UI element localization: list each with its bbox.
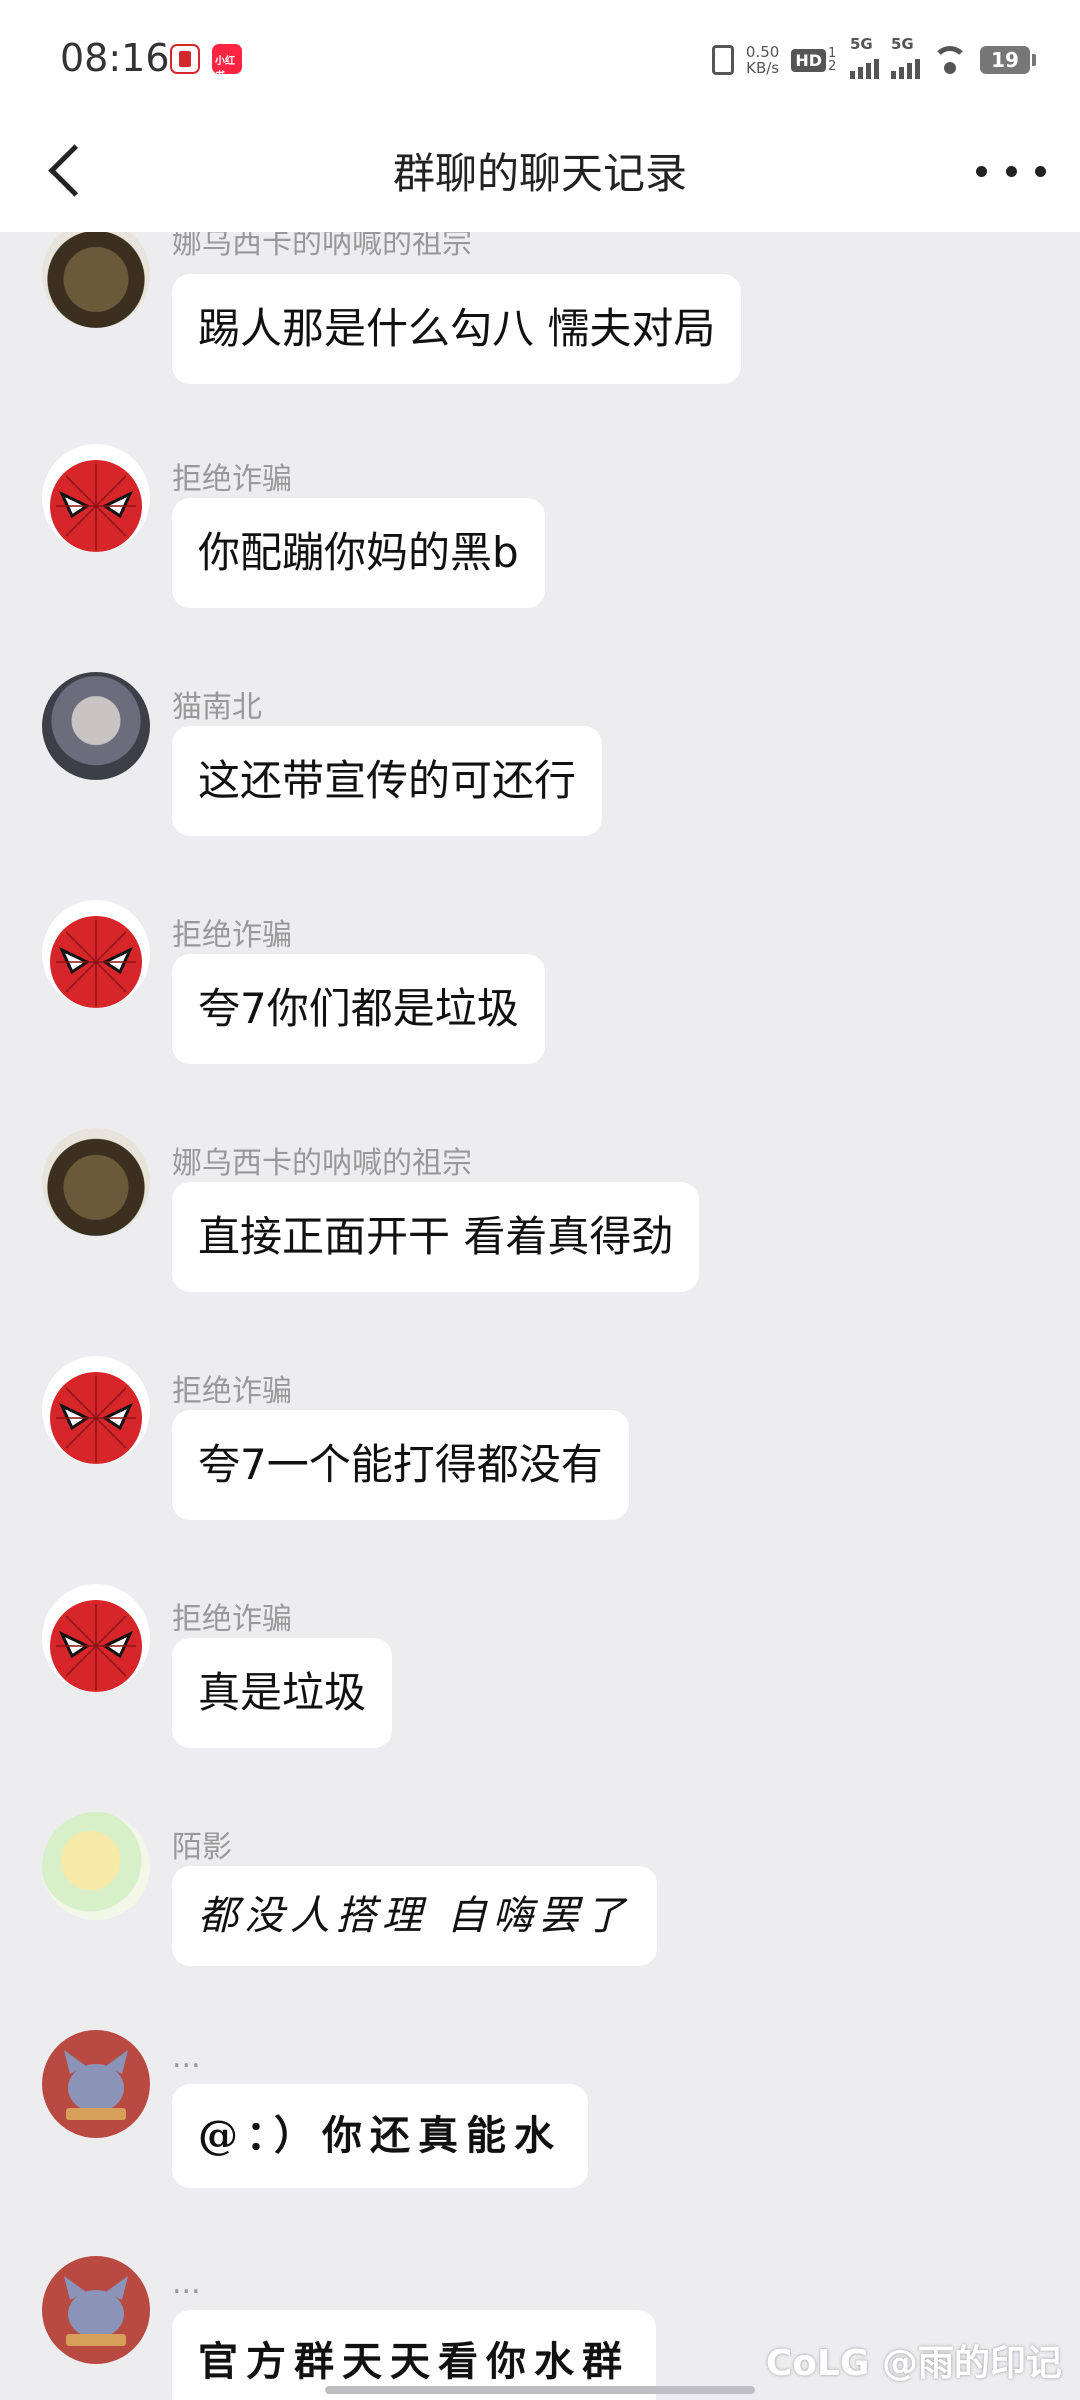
xiaohongshu-app-label: 小红书 <box>215 56 235 82</box>
spiderman-avatar-icon <box>50 1600 142 1692</box>
sender-name: 娜乌西卡的呐喊的祖宗 <box>172 1146 472 1181</box>
sender-name: 拒绝诈骗 <box>172 1602 292 1637</box>
avatar[interactable] <box>42 1128 150 1236</box>
avatar[interactable] <box>42 900 150 1008</box>
spiderman-avatar-icon <box>50 460 142 552</box>
network-speed: 0.50 KB/s <box>746 44 779 76</box>
message-bubble[interactable]: 夸7你们都是垃圾 <box>172 954 545 1064</box>
avatar[interactable] <box>42 2256 150 2364</box>
avatar[interactable] <box>42 2030 150 2138</box>
spiderman-avatar-icon <box>50 916 142 1008</box>
message-bubble[interactable]: 直接正面开干 看着真得劲 <box>172 1182 700 1292</box>
signal-icon-2: 5G <box>891 35 920 79</box>
sender-name: 陌影 <box>172 1830 232 1865</box>
battery-icon: 19 <box>980 46 1036 74</box>
notification-app-icon <box>170 44 200 74</box>
signal-icon-1: 5G <box>850 35 879 79</box>
page-title: 群聊的聊天记录 <box>392 149 687 198</box>
more-dot-icon <box>976 165 987 177</box>
wifi-icon <box>932 46 968 74</box>
more-dot-icon <box>1005 165 1017 177</box>
sender-name: ... <box>172 2040 201 2075</box>
avatar[interactable] <box>42 1812 150 1920</box>
hd-sub-label: 1 2 <box>828 46 837 74</box>
avatar[interactable] <box>42 444 150 552</box>
clock: 08:16 <box>60 36 170 80</box>
sender-name: 拒绝诈骗 <box>172 462 292 497</box>
sender-name: 猫南北 <box>172 690 262 725</box>
spiderman-avatar-icon <box>50 1372 142 1464</box>
message-bubble[interactable]: 这还带宣传的可还行 <box>172 726 603 836</box>
cat-avatar-icon <box>64 2050 128 2120</box>
message-bubble[interactable]: 真是垃圾 <box>172 1638 393 1748</box>
more-options-button[interactable] <box>976 146 1046 196</box>
sender-name: 拒绝诈骗 <box>172 918 292 953</box>
home-indicator[interactable] <box>325 2386 755 2394</box>
sender-name: 拒绝诈骗 <box>172 1374 292 1409</box>
message-bubble[interactable]: @：）你还真能水 <box>172 2084 588 2188</box>
network-speed-unit: KB/s <box>746 59 780 77</box>
xiaohongshu-app-icon: 小红书 <box>212 44 242 82</box>
chat-history-list[interactable]: 娜乌西卡的呐喊的祖宗 踢人那是什么勾八 懦夫对局 拒绝诈骗 你配蹦你妈的黑b 猫… <box>0 232 1080 2400</box>
signal-label-1: 5G <box>850 35 873 53</box>
network-speed-value: 0.50 <box>745 43 780 61</box>
message-bubble[interactable]: 你配蹦你妈的黑b <box>172 498 545 608</box>
sender-name: 娜乌西卡的呐喊的祖宗 <box>172 232 472 261</box>
more-dot-icon <box>1035 165 1046 177</box>
status-bar: 08:16 小红书 0.50 KB/s HD 1 2 5G 5G 19 <box>0 0 1080 110</box>
message-bubble[interactable]: 踢人那是什么勾八 懦夫对局 <box>172 274 742 384</box>
avatar[interactable] <box>42 672 150 780</box>
avatar[interactable] <box>42 1584 150 1692</box>
sender-name: ... <box>172 2266 201 2301</box>
cat-avatar-icon <box>64 2276 128 2346</box>
avatar[interactable] <box>42 232 150 328</box>
vibrate-icon <box>711 45 734 75</box>
avatar[interactable] <box>42 1356 150 1464</box>
message-bubble[interactable]: 都没人搭理 自嗨罢了 <box>172 1866 657 1966</box>
hd-voice-indicator: HD 1 2 <box>791 47 838 73</box>
watermark: CoLG @雨的印记 <box>765 2343 1062 2384</box>
system-icons: 0.50 KB/s HD 1 2 5G 5G 19 <box>711 35 1036 80</box>
title-bar: 群聊的聊天记录 <box>0 110 1080 232</box>
message-bubble[interactable]: 夸7一个能打得都没有 <box>172 1410 629 1520</box>
hd-icon: HD <box>791 48 826 72</box>
signal-label-2: 5G <box>891 35 914 53</box>
